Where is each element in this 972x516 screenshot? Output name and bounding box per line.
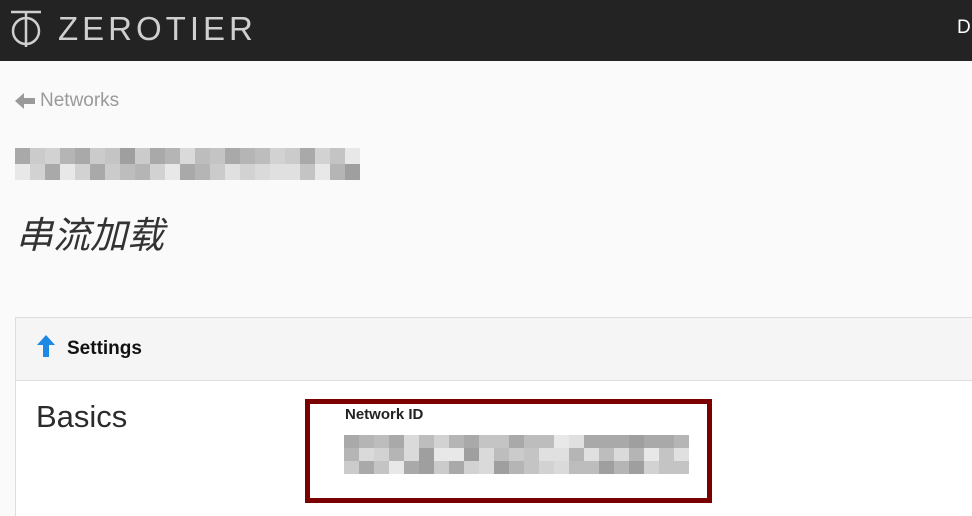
- arrow-up-icon: [37, 335, 55, 357]
- basics-section-title: Basics: [36, 399, 128, 434]
- settings-panel-header[interactable]: Settings: [16, 318, 972, 381]
- zerotier-logo[interactable]: ZEROTIER: [9, 9, 257, 49]
- network-id-label: Network ID: [345, 406, 424, 423]
- network-id-value-redacted: [344, 435, 689, 474]
- zerotier-logo-icon: [11, 10, 41, 47]
- network-description-title: 串流加载: [16, 214, 164, 257]
- network-name-redacted: [15, 148, 360, 180]
- account-menu-truncated[interactable]: D: [957, 16, 971, 40]
- back-to-networks-link[interactable]: Networks: [15, 90, 119, 112]
- brand-name: ZEROTIER: [58, 10, 257, 47]
- settings-panel-title: Settings: [67, 338, 142, 359]
- top-bar: ZEROTIER D: [0, 0, 972, 61]
- arrow-left-icon: [15, 93, 35, 109]
- back-link-label: Networks: [40, 90, 120, 111]
